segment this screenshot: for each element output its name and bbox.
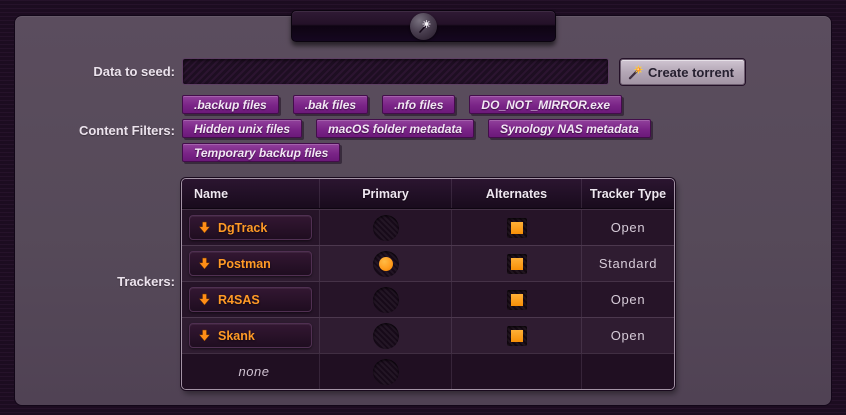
filter-chip[interactable]: Synology NAS metadata [488, 119, 651, 138]
download-arrow-icon [198, 257, 211, 270]
filter-chip[interactable]: Temporary backup files [182, 143, 340, 162]
tracker-type-label: Open [611, 292, 646, 307]
primary-cell [319, 354, 451, 389]
tracker-name-label: Skank [218, 329, 255, 343]
tracker-name-cell: DgTrack [182, 210, 319, 245]
primary-cell [319, 282, 451, 317]
alternates-cell [451, 318, 581, 353]
column-header-name: Name [182, 179, 319, 208]
wizard-bar-button[interactable] [291, 10, 556, 42]
primary-cell [319, 210, 451, 245]
tracker-name-button[interactable]: R4SAS [189, 287, 312, 312]
data-to-seed-label: Data to seed: [0, 64, 175, 79]
alternates-checkbox[interactable] [507, 326, 527, 346]
filter-chip-row: .backup files .bak files .nfo files DO_NOT_… [182, 95, 662, 114]
tracker-row: none [182, 353, 674, 389]
tracker-none-label: none [189, 364, 319, 379]
download-arrow-icon [198, 221, 211, 234]
column-header-primary: Primary [319, 179, 451, 208]
tracker-name-label: Postman [218, 257, 271, 271]
filter-chip[interactable]: Hidden unix files [182, 119, 302, 138]
filter-chip[interactable]: DO_NOT_MIRROR.exe [469, 95, 622, 114]
sparkle-icon [410, 13, 437, 40]
tracker-type-cell: Open [581, 282, 674, 317]
tracker-type-cell [581, 354, 674, 389]
data-to-seed-input[interactable] [182, 58, 609, 85]
alternates-checkbox[interactable] [507, 218, 527, 238]
trackers-table-body: DgTrackOpenPostmanStandardR4SASOpenSkank… [182, 209, 674, 389]
tracker-type-label: Open [611, 328, 646, 343]
trackers-table-header: NamePrimaryAlternatesTracker Type [182, 179, 674, 209]
trackers-label: Trackers: [0, 274, 175, 289]
primary-radio[interactable] [373, 323, 399, 349]
tracker-row: R4SAS Open [182, 281, 674, 317]
filter-chip[interactable]: .backup files [182, 95, 279, 114]
primary-radio[interactable] [373, 215, 399, 241]
primary-cell [319, 246, 451, 281]
filter-chip[interactable]: macOS folder metadata [316, 119, 474, 138]
primary-radio[interactable] [373, 287, 399, 313]
filter-chip-row: Hidden unix files macOS folder metadata Sy… [182, 119, 662, 138]
trackers-table: NamePrimaryAlternatesTracker Type DgTrac… [181, 178, 675, 390]
tracker-type-cell: Standard [581, 246, 674, 281]
create-torrent-button[interactable]: Create torrent [620, 59, 745, 85]
tracker-name-cell: R4SAS [182, 282, 319, 317]
tracker-name-label: R4SAS [218, 293, 260, 307]
filter-chip[interactable]: .bak files [293, 95, 368, 114]
tracker-row: DgTrack Open [182, 209, 674, 245]
primary-cell [319, 318, 451, 353]
filter-chip-row: Temporary backup files [182, 143, 662, 162]
tracker-type-cell: Open [581, 210, 674, 245]
tracker-type-label: Standard [599, 256, 657, 271]
alternates-cell [451, 246, 581, 281]
alternates-cell [451, 354, 581, 389]
tracker-name-button[interactable]: DgTrack [189, 215, 312, 240]
alternates-checkbox[interactable] [507, 290, 527, 310]
download-arrow-icon [198, 329, 211, 342]
tracker-name-button[interactable]: Postman [189, 251, 312, 276]
create-torrent-label: Create torrent [648, 65, 734, 80]
tracker-name-cell: Skank [182, 318, 319, 353]
tracker-row: Postman Standard [182, 245, 674, 281]
alternates-cell [451, 210, 581, 245]
alternates-checkbox[interactable] [507, 254, 527, 274]
filter-chip[interactable]: .nfo files [382, 95, 455, 114]
tracker-name-label: DgTrack [218, 221, 267, 235]
tracker-type-label: Open [611, 220, 646, 235]
primary-radio[interactable] [373, 359, 399, 385]
magic-wand-icon [628, 65, 643, 80]
column-header-tracker-type: Tracker Type [581, 179, 674, 208]
primary-radio[interactable] [373, 251, 399, 277]
tracker-type-cell: Open [581, 318, 674, 353]
tracker-row: Skank Open [182, 317, 674, 353]
tracker-name-cell: Postman [182, 246, 319, 281]
content-filters-label: Content Filters: [0, 123, 175, 138]
download-arrow-icon [198, 293, 211, 306]
alternates-cell [451, 282, 581, 317]
filter-chips: .backup files .bak files .nfo files DO_NOT_… [182, 95, 662, 167]
tracker-name-button[interactable]: Skank [189, 323, 312, 348]
column-header-alternates: Alternates [451, 179, 581, 208]
tracker-name-cell: none [182, 354, 319, 389]
